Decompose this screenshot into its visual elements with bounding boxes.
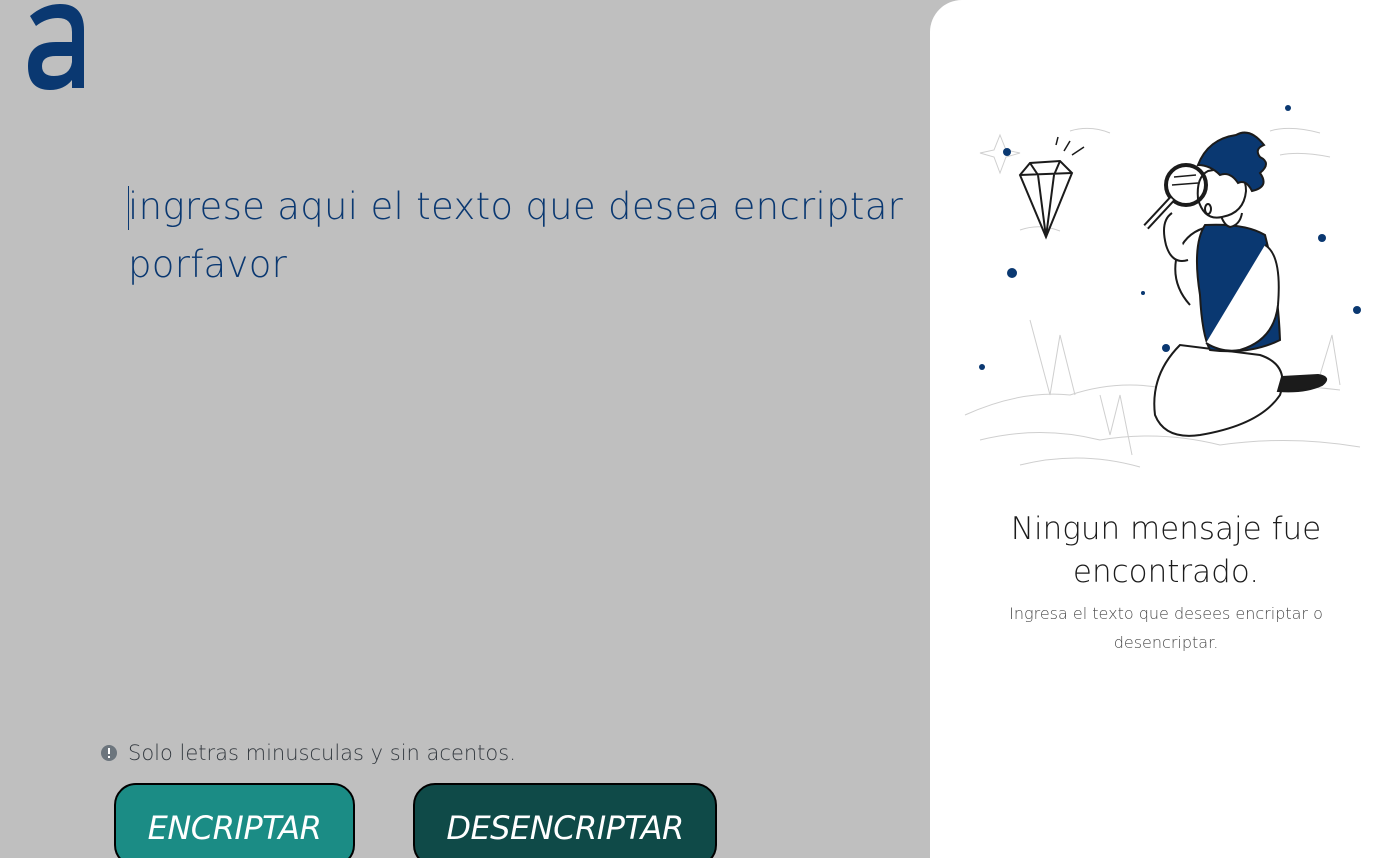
input-hint: Solo letras minusculas y sin acentos. [100, 741, 516, 765]
output-subtitle: Ingresa el texto que desees encriptar o … [1009, 604, 1323, 652]
encrypt-button[interactable]: ENCRIPTAR [114, 783, 355, 858]
output-panel: Ningun mensaje fue encontrado. Ingresa e… [930, 0, 1379, 858]
message-input[interactable] [128, 178, 908, 698]
decrypt-button-label: DESENCRIPTAR [446, 809, 684, 847]
person-with-magnifying-glass-illustration [964, 105, 1361, 468]
alura-logo [28, 4, 84, 90]
output-title: Ningun mensaje fue encontrado. [1010, 511, 1322, 590]
hint-text: Solo letras minusculas y sin acentos. [128, 741, 516, 765]
decrypt-button[interactable]: DESENCRIPTAR [413, 783, 717, 858]
info-circle-icon [101, 745, 117, 761]
encrypt-button-label: ENCRIPTAR [147, 809, 322, 847]
